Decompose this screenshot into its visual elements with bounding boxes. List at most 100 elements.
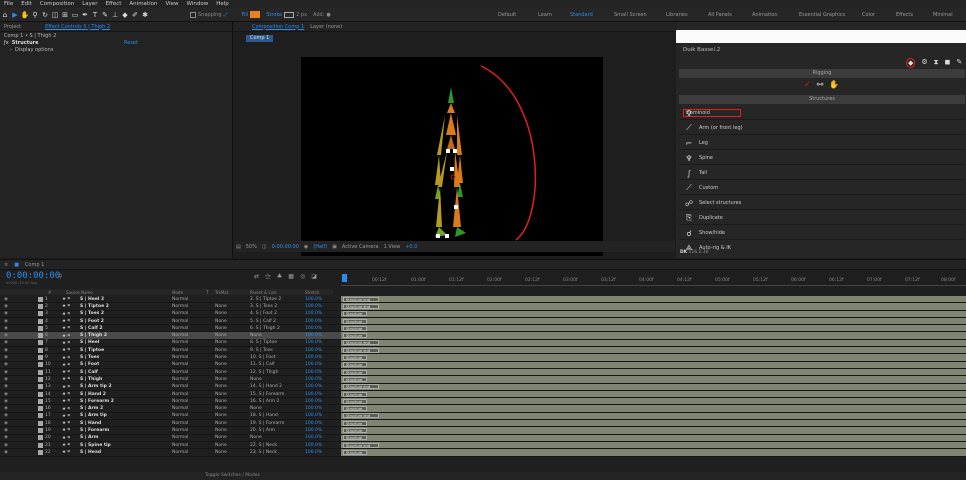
- label-color-swatch[interactable]: [38, 435, 43, 441]
- stretch-value[interactable]: 100.0%: [305, 311, 322, 316]
- eye-icon[interactable]: ◉: [4, 377, 8, 382]
- layer-duration-bar[interactable]: [341, 376, 966, 383]
- resolution-dropdown[interactable]: (Half): [313, 244, 327, 250]
- label-color-swatch[interactable]: [38, 376, 43, 382]
- eye-icon[interactable]: ◉: [4, 392, 8, 397]
- track-matte-dropdown[interactable]: None: [215, 450, 227, 455]
- fx-structure-row[interactable]: ƒx Structure Reset: [0, 39, 232, 46]
- tab-composition[interactable]: Composition Comp 1: [252, 24, 304, 30]
- close-icon[interactable]: ×: [4, 262, 8, 268]
- eye-icon[interactable]: ◉: [4, 340, 8, 345]
- stretch-value[interactable]: 100.0%: [305, 348, 322, 353]
- blend-mode-dropdown[interactable]: Normal: [172, 450, 188, 455]
- constraints-tab-icon[interactable]: ⧗: [934, 58, 939, 68]
- parent-dropdown[interactable]: 9. S | Toes: [250, 348, 273, 353]
- eye-icon[interactable]: ◉: [4, 297, 8, 302]
- parent-dropdown[interactable]: 2. S | Tiptoe 2: [250, 297, 281, 302]
- blend-mode-dropdown[interactable]: Normal: [172, 392, 188, 397]
- layer-duration-bar[interactable]: [341, 412, 966, 420]
- links-icon[interactable]: ⚯: [817, 80, 824, 89]
- brush-tool-icon[interactable]: ✎: [100, 10, 110, 20]
- table-row[interactable]: ◉ 16 ★ ⌗ S | Arm 2 Normal None None 100.0% Struc…: [0, 405, 966, 413]
- ws-effects[interactable]: Effects: [896, 8, 913, 22]
- layer-duration-bar[interactable]: [341, 449, 966, 456]
- layer-name[interactable]: S | Calf 2: [80, 326, 103, 331]
- layer-duration-bar[interactable]: [341, 368, 966, 376]
- search-icon[interactable]: ⚲: [58, 273, 62, 280]
- eye-icon[interactable]: ◉: [4, 348, 8, 353]
- zoom-tool-icon[interactable]: ⚲: [30, 10, 40, 20]
- parent-dropdown[interactable]: None: [250, 435, 262, 440]
- ws-standard[interactable]: Standard: [570, 8, 593, 22]
- stretch-value[interactable]: 100.0%: [305, 421, 322, 426]
- blend-mode-dropdown[interactable]: Normal: [172, 326, 188, 331]
- home-icon[interactable]: ⌂: [0, 10, 10, 20]
- layer-name[interactable]: S | Hand 2: [80, 392, 106, 397]
- blend-mode-dropdown[interactable]: Normal: [172, 384, 188, 389]
- track-matte-dropdown[interactable]: None: [215, 421, 227, 426]
- stretch-value[interactable]: 100.0%: [305, 443, 322, 448]
- pen-tool-icon[interactable]: ✒: [80, 10, 90, 20]
- blend-mode-dropdown[interactable]: Normal: [172, 297, 188, 302]
- table-row[interactable]: ◉ 20 ★ ⌗ S | Arm Normal None None 100.0% Structu…: [0, 434, 966, 442]
- layer-name[interactable]: S | Head: [80, 450, 101, 455]
- eye-icon[interactable]: ◉: [4, 362, 8, 367]
- ws-all-panels[interactable]: All Panels: [708, 8, 732, 22]
- pan-behind-tool-icon[interactable]: ⊞: [60, 10, 70, 20]
- stroke-width[interactable]: 2 px: [296, 12, 307, 18]
- label-color-swatch[interactable]: [38, 325, 43, 331]
- stretch-value[interactable]: 100.0%: [305, 406, 322, 411]
- magnification-dropdown[interactable]: 50%: [246, 244, 257, 250]
- motion-blur-icon[interactable]: ◎: [300, 273, 305, 281]
- table-row[interactable]: ◉ 10 ★ ⌗ S | Foot Normal None 11. S | Calf 100.…: [0, 361, 966, 369]
- stretch-value[interactable]: 100.0%: [305, 428, 322, 433]
- layer-duration-bar[interactable]: [341, 354, 966, 361]
- label-color-swatch[interactable]: [38, 442, 43, 448]
- track-matte-dropdown[interactable]: None: [215, 340, 227, 345]
- ws-animation[interactable]: Animation: [752, 8, 778, 22]
- blend-mode-dropdown[interactable]: Normal: [172, 348, 188, 353]
- parent-dropdown[interactable]: 20. S | Arm: [250, 428, 275, 433]
- layer-duration-bar[interactable]: [341, 310, 966, 317]
- layer-name[interactable]: S | Heel 2: [80, 297, 104, 302]
- layer-name[interactable]: S | Arm tip: [80, 413, 107, 418]
- stretch-value[interactable]: 100.0%: [305, 304, 322, 309]
- menu-animation[interactable]: Animation: [129, 1, 157, 7]
- stretch-value[interactable]: 100.0%: [305, 392, 322, 397]
- label-color-swatch[interactable]: [38, 384, 43, 390]
- track-matte-dropdown[interactable]: None: [215, 392, 227, 397]
- stretch-value[interactable]: 100.0%: [305, 362, 322, 367]
- shy-layers-icon[interactable]: ♣: [277, 273, 282, 281]
- layer-duration-bar[interactable]: [341, 390, 966, 398]
- reset-link[interactable]: Reset: [124, 40, 138, 46]
- menu-edit[interactable]: Edit: [21, 1, 32, 7]
- blend-mode-dropdown[interactable]: Normal: [172, 304, 188, 309]
- layer-name[interactable]: S | Spine tip: [80, 443, 111, 448]
- snapping-toggle[interactable]: Snapping ⤢: [190, 11, 228, 18]
- table-row[interactable]: ◉ 2 ★ ⌗ S | Tiptoe 2 Normal None 3. S | Toes 2…: [0, 303, 966, 311]
- stretch-value[interactable]: 100.0%: [305, 326, 322, 331]
- col-parent[interactable]: Parent & Link: [250, 290, 277, 295]
- table-row[interactable]: ◉ 18 ★ ⌗ S | Hand Normal None 19. S | Forearm 1…: [0, 420, 966, 428]
- stretch-value[interactable]: 100.0%: [305, 297, 322, 302]
- parent-dropdown[interactable]: 18. S | Hand: [250, 413, 278, 418]
- track-matte-dropdown[interactable]: None: [215, 435, 227, 440]
- automation-tab-icon[interactable]: ⚙: [921, 58, 927, 68]
- track-matte-dropdown[interactable]: None: [215, 443, 227, 448]
- structure-hominoid[interactable]: ♀ Hominoid: [679, 106, 965, 120]
- auto-rig-ik[interactable]: ⟁ Auto-rig & IK: [679, 241, 965, 255]
- stretch-value[interactable]: 100.0%: [305, 384, 322, 389]
- layer-duration-bar[interactable]: [341, 398, 966, 405]
- blend-mode-dropdown[interactable]: Normal: [172, 421, 188, 426]
- stroke-swatch[interactable]: [284, 11, 295, 18]
- ws-learn[interactable]: Learn: [538, 8, 552, 22]
- chevron-right-icon[interactable]: ›: [10, 47, 12, 53]
- stretch-value[interactable]: 100.0%: [305, 450, 322, 455]
- eye-icon[interactable]: ◉: [4, 413, 8, 418]
- blend-mode-dropdown[interactable]: Normal: [172, 435, 188, 440]
- label-color-swatch[interactable]: [38, 296, 43, 302]
- eye-icon[interactable]: ◉: [4, 399, 8, 404]
- label-color-swatch[interactable]: [38, 303, 43, 309]
- layer-duration-bar[interactable]: [341, 332, 966, 339]
- eraser-tool-icon[interactable]: ◆: [120, 10, 130, 20]
